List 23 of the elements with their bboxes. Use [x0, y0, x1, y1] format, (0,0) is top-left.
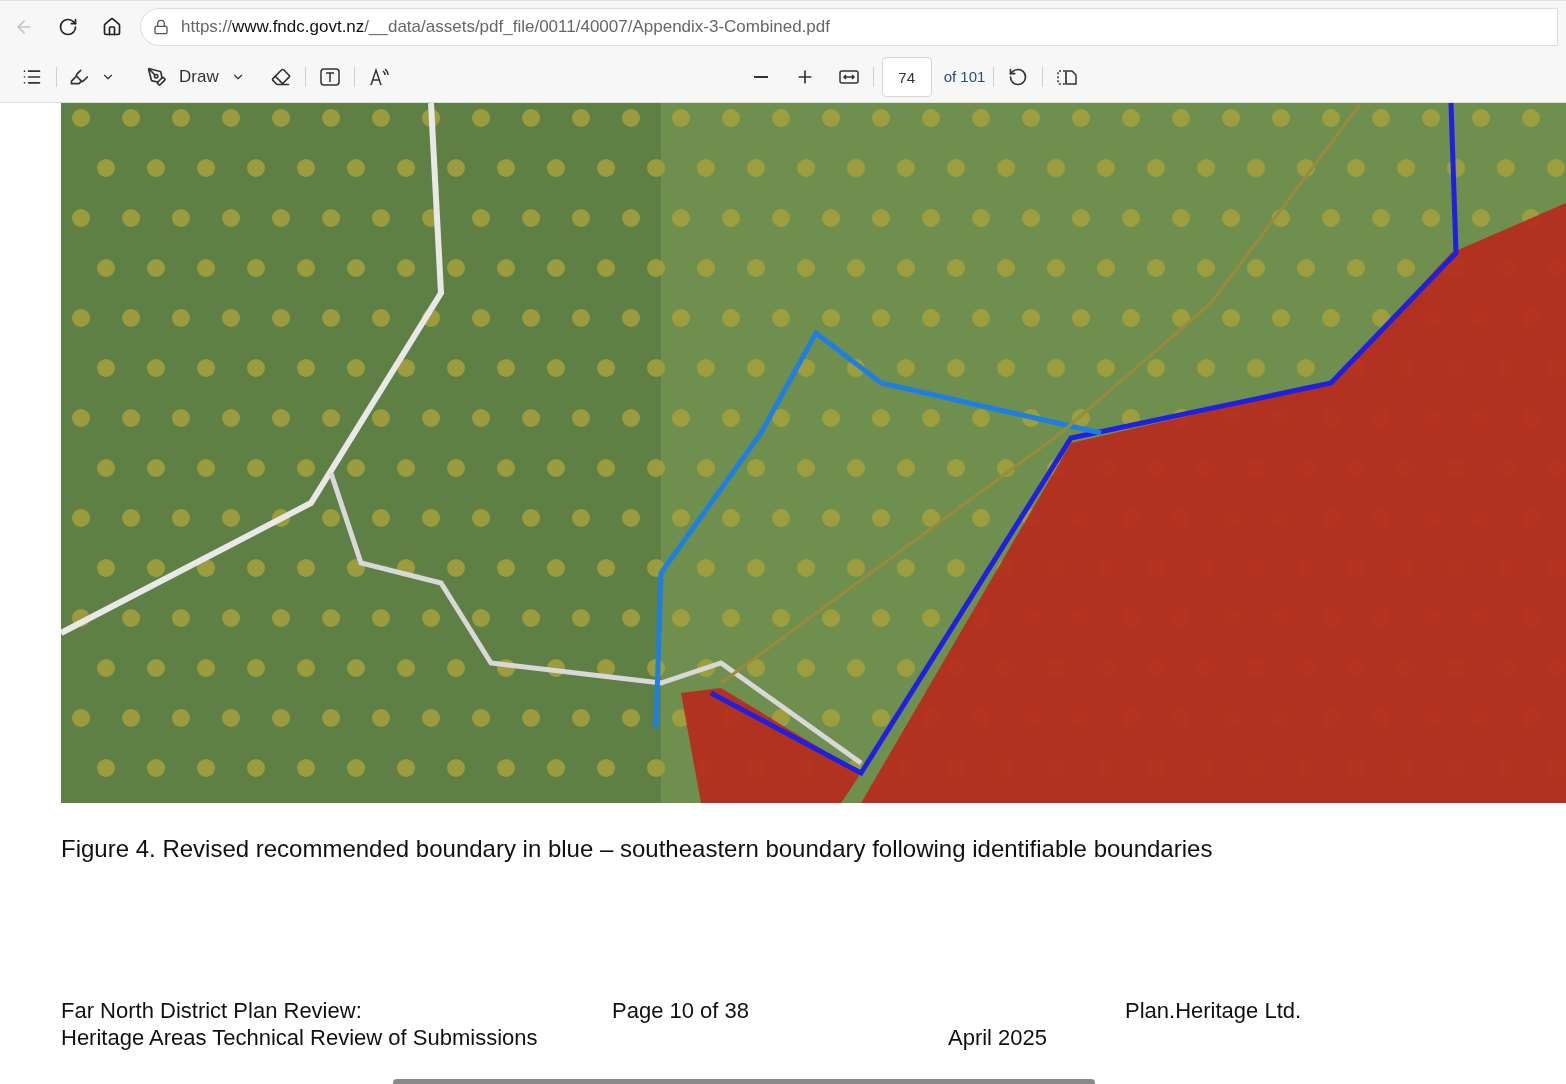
list-icon	[22, 67, 42, 87]
horizontal-scrollbar[interactable]	[393, 1079, 1095, 1084]
home-icon	[102, 16, 122, 37]
minus-icon	[753, 76, 768, 78]
footer-title: Far North District Plan Review:	[61, 997, 363, 1024]
page-number-field[interactable]: 74	[881, 57, 932, 97]
footer-company: Plan.Heritage Ltd.	[1125, 997, 1302, 1024]
pen-icon	[147, 67, 167, 87]
rotate-icon	[1008, 67, 1029, 87]
footer-date: April 2025	[948, 1024, 1048, 1051]
read-aloud-icon	[367, 66, 390, 88]
page-total: of 101	[943, 66, 986, 87]
footer-subtitle: Heritage Areas Technical Review of Submissions	[61, 1024, 539, 1051]
reload-icon	[58, 16, 78, 37]
highlighter-icon	[69, 67, 89, 87]
page-indicator: Page 10 of 38	[612, 997, 750, 1024]
url-text: https://www.fndc.govt.nz/__data/assets/pdf_file/0011/40007/Appendix-3-Combined.pdf	[181, 15, 830, 38]
lock-icon	[153, 18, 169, 35]
text-box-icon	[318, 66, 341, 88]
eraser-icon	[270, 67, 291, 87]
draw-button[interactable]: Draw	[143, 61, 249, 93]
address-bar[interactable]: https://www.fndc.govt.nz/__data/assets/pdf_file/0011/40007/Appendix-3-Combined.pdf	[140, 7, 1558, 46]
figure-caption: Figure 4. Revised recommended boundary in blue – southeastern boundary following identifiable boundaries	[61, 834, 1214, 864]
